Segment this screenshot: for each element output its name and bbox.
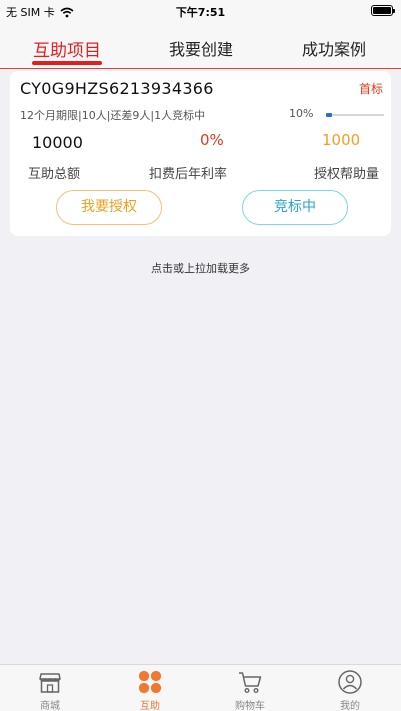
authorized-amount-value: 1000 [322,131,361,149]
nav-item-cart[interactable]: 购物车 [220,669,280,711]
project-card[interactable]: CY0G9HZS6213934366 首标 12个月期限|10人|还差9人|1人… [10,71,391,236]
tab-success-cases[interactable]: 成功案例 [274,36,394,60]
tab-mutual-projects[interactable]: 互助项目 [7,36,127,61]
annual-rate-label: 扣费后年利率 [149,167,228,182]
user-icon [338,670,362,694]
load-more-link[interactable]: 点击或上拉加载更多 [0,260,401,276]
active-tab-indicator [32,61,102,65]
clover-icon [139,671,161,693]
bottom-navigation: 商城 互助 购物车 我的 [0,664,401,711]
nav-label-mutual-aid: 互助 [140,701,160,711]
authorize-button[interactable]: 我要授权 [56,190,162,225]
project-meta: 12个月期限|10人|还差9人|1人竞标中 [20,109,206,122]
bidding-button[interactable]: 竞标中 [242,190,348,225]
nav-label-mine: 我的 [340,701,360,711]
top-tabs: 互助项目 我要创建 成功案例 [0,22,401,69]
nav-item-mutual-aid[interactable]: 互助 [120,669,180,711]
nav-item-mine[interactable]: 我的 [320,669,380,711]
shop-icon [39,673,61,693]
battery-icon [371,5,395,16]
total-amount-label: 互助总额 [28,167,81,182]
project-code: CY0G9HZS6213934366 [20,79,214,98]
tab-create[interactable]: 我要创建 [141,36,261,60]
cart-icon [239,672,262,694]
status-bar: 无 SIM 卡 下午7:51 [0,0,401,22]
authorized-amount-label: 授权帮助量 [314,167,380,182]
nav-label-shop: 商城 [40,701,60,711]
first-bid-badge: 首标 [358,82,383,96]
annual-rate-value: 0% [200,131,224,149]
progress-bar [326,113,384,117]
progress-percent: 10% [289,107,314,120]
nav-label-cart: 购物车 [235,701,265,711]
progress-bar-fill [326,113,332,117]
status-time: 下午7:51 [175,6,226,19]
total-amount-value: 10000 [32,133,83,152]
nav-item-shop[interactable]: 商城 [20,669,80,711]
